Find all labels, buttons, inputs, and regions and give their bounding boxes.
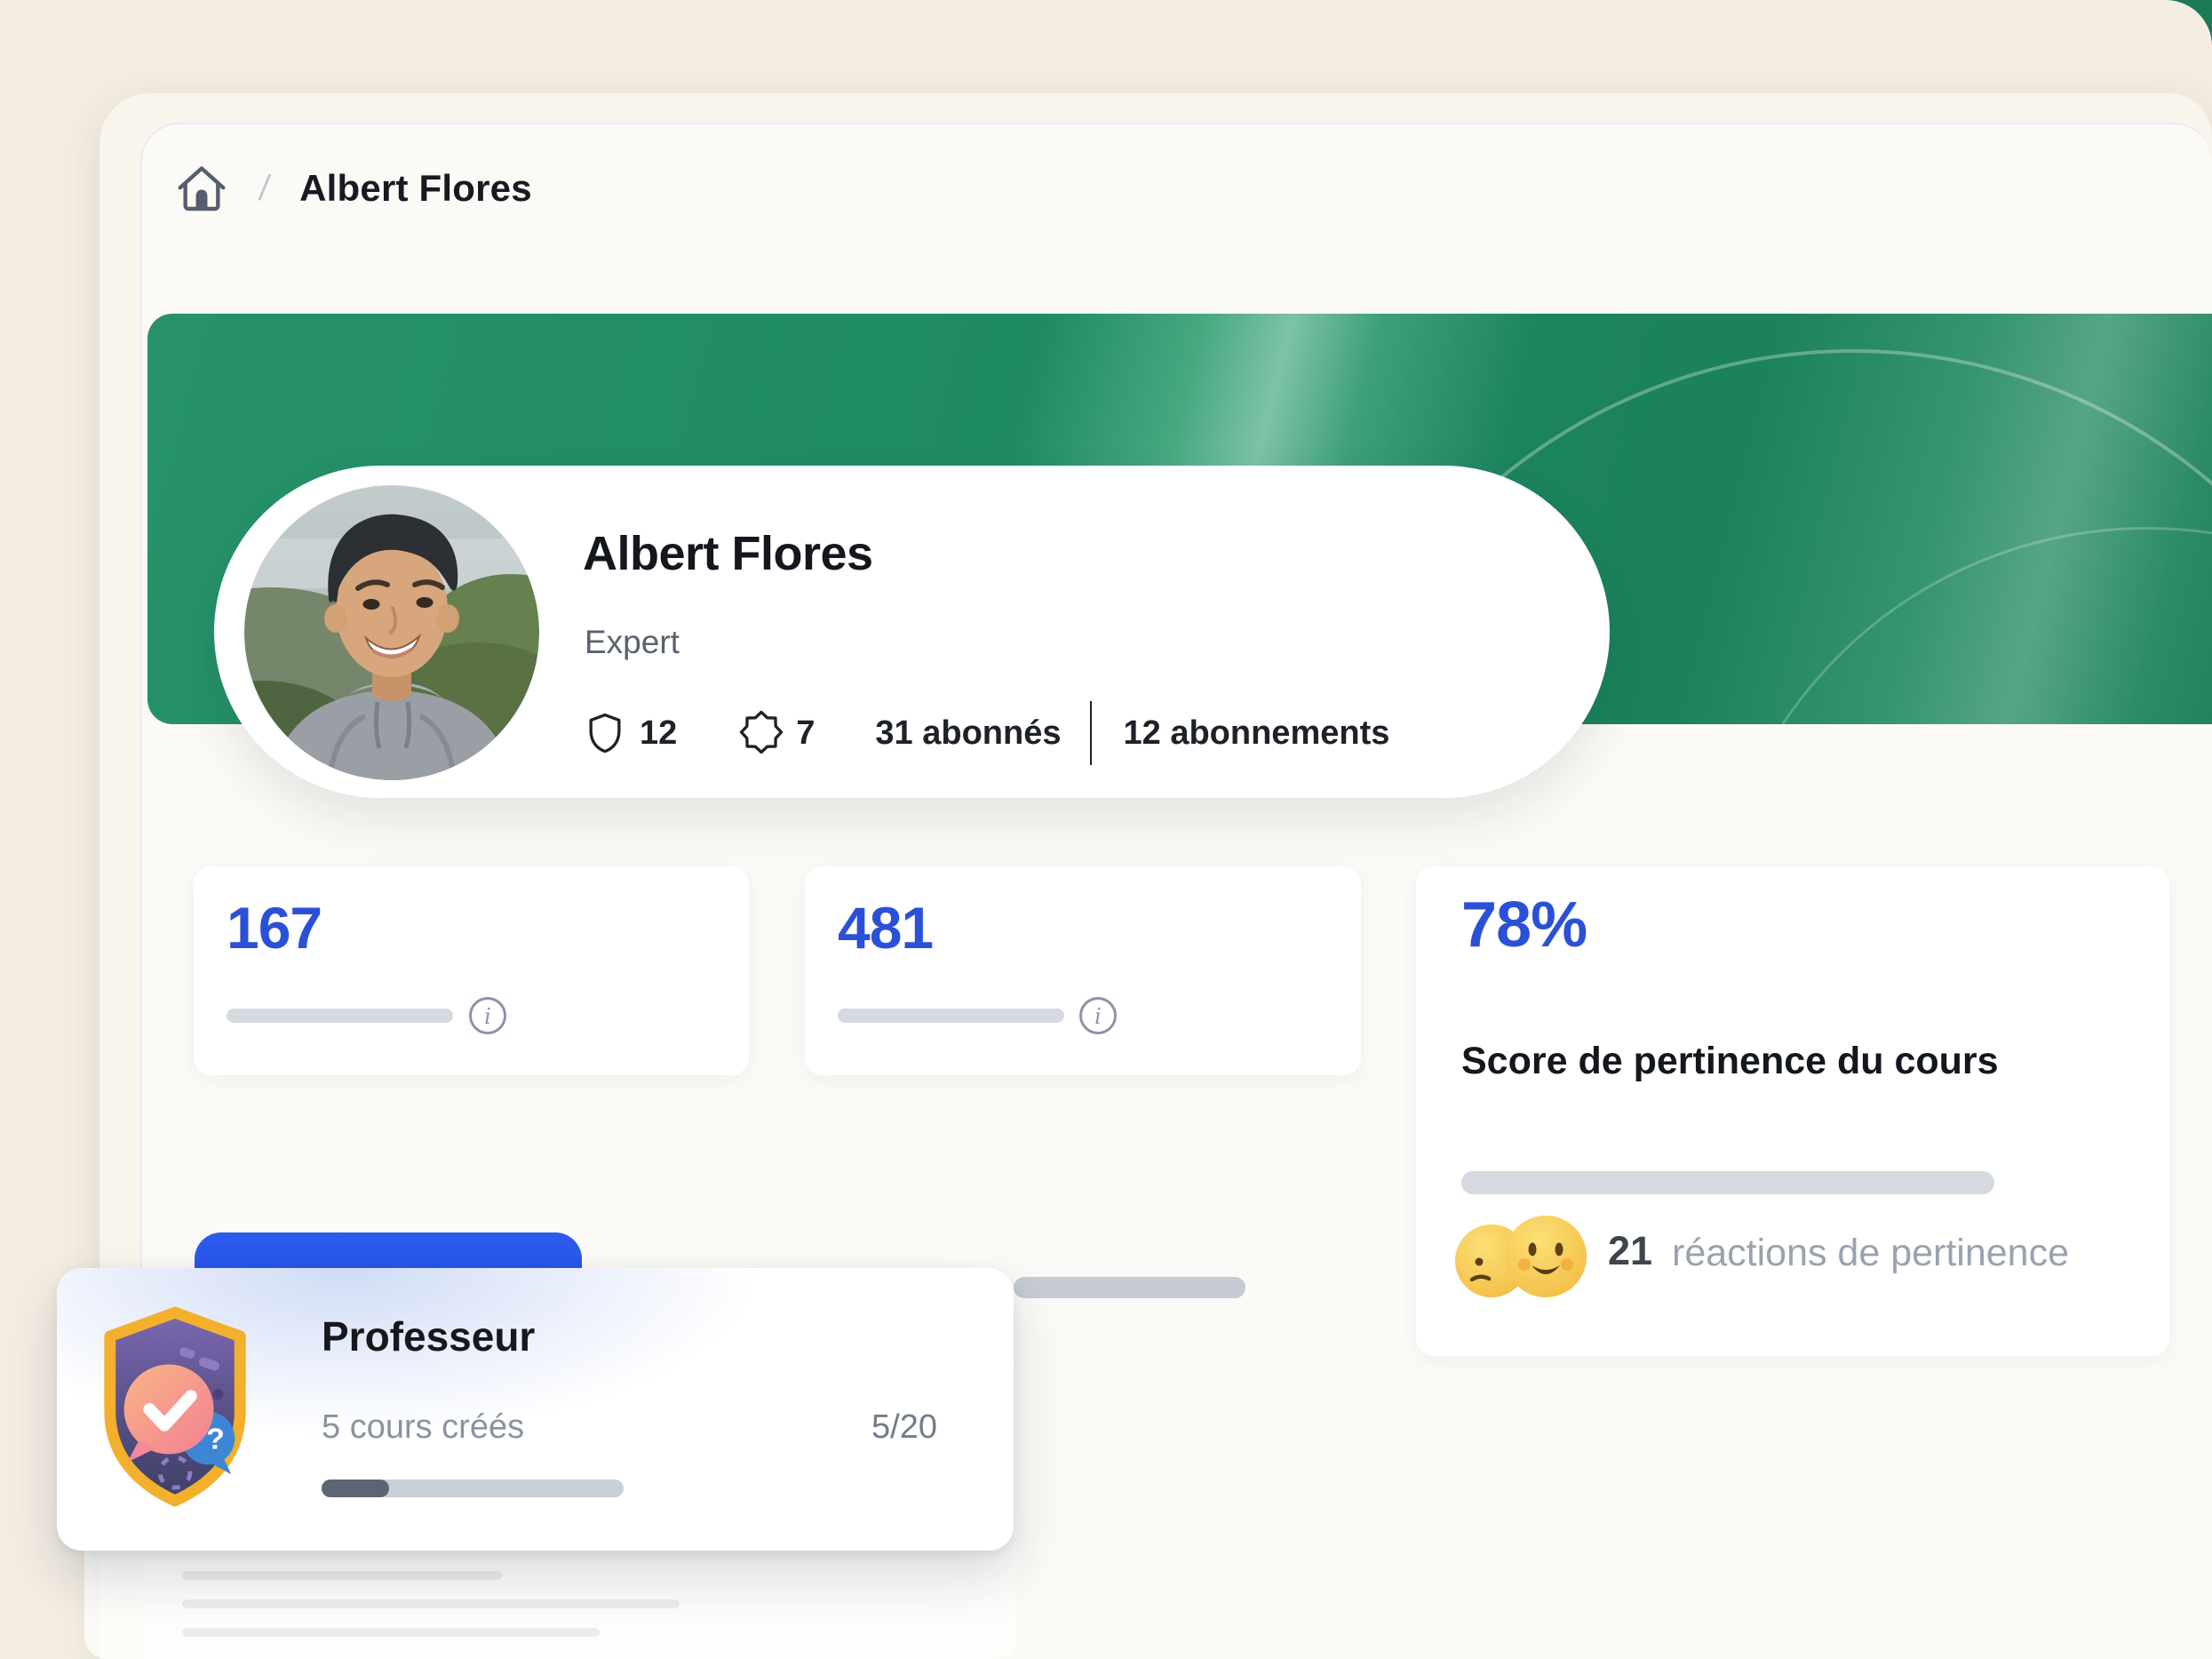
badge-subtitle: 5 cours créés xyxy=(322,1408,524,1447)
badge-title: Professeur xyxy=(322,1312,535,1360)
badge-progress-track xyxy=(322,1480,624,1497)
home-icon[interactable] xyxy=(174,161,229,216)
stat-2-value: 481 xyxy=(838,894,933,961)
professor-badge-icon: ? xyxy=(92,1306,259,1507)
profile-stats-row: 12 7 31 abonnés 12 abonnements xyxy=(583,702,1389,764)
ghost-text-line xyxy=(182,1571,502,1580)
badge-popup: ? Professeur 5 cours créés 5/20 xyxy=(57,1268,1014,1551)
breadcrumb-current: Albert Flores xyxy=(299,167,532,210)
ghost-text-line xyxy=(182,1599,680,1608)
following-count: 12 abonnements xyxy=(1124,714,1390,753)
avatar xyxy=(244,485,539,780)
score-progress xyxy=(1461,1171,1994,1194)
followers-count: 31 abonnés xyxy=(875,714,1061,753)
stat-1-progress xyxy=(227,1009,453,1023)
svg-text:?: ? xyxy=(206,1423,225,1456)
reactions-label: réactions de pertinence xyxy=(1672,1232,2069,1275)
score-value: 78% xyxy=(1461,889,1587,961)
stat-2-progress xyxy=(838,1009,1064,1023)
profile-role: Expert xyxy=(585,624,680,661)
badge-progress-text: 5/20 xyxy=(871,1408,937,1447)
breadcrumb: / Albert Flores xyxy=(174,160,532,217)
badge-progress-fill xyxy=(322,1480,389,1497)
profile-name: Albert Flores xyxy=(583,526,873,581)
info-icon[interactable]: i xyxy=(1078,996,1118,1035)
stats-divider xyxy=(1090,701,1092,765)
svg-text:i: i xyxy=(1094,1004,1102,1029)
shield-stat: 12 xyxy=(640,714,677,753)
shield-icon xyxy=(583,710,627,756)
score-label: Score de pertinence du cours xyxy=(1461,1040,1999,1083)
emoji-smile-icon xyxy=(1505,1216,1587,1297)
seal-stat: 7 xyxy=(796,714,815,753)
stat-1-value: 167 xyxy=(227,894,322,961)
background-progress-bar xyxy=(1014,1277,1245,1298)
breadcrumb-separator: / xyxy=(257,169,272,209)
seal-icon xyxy=(739,710,784,756)
reactions-count: 21 xyxy=(1608,1228,1652,1274)
ghost-text-line xyxy=(182,1628,600,1637)
svg-text:i: i xyxy=(484,1004,491,1029)
info-icon[interactable]: i xyxy=(468,996,507,1035)
